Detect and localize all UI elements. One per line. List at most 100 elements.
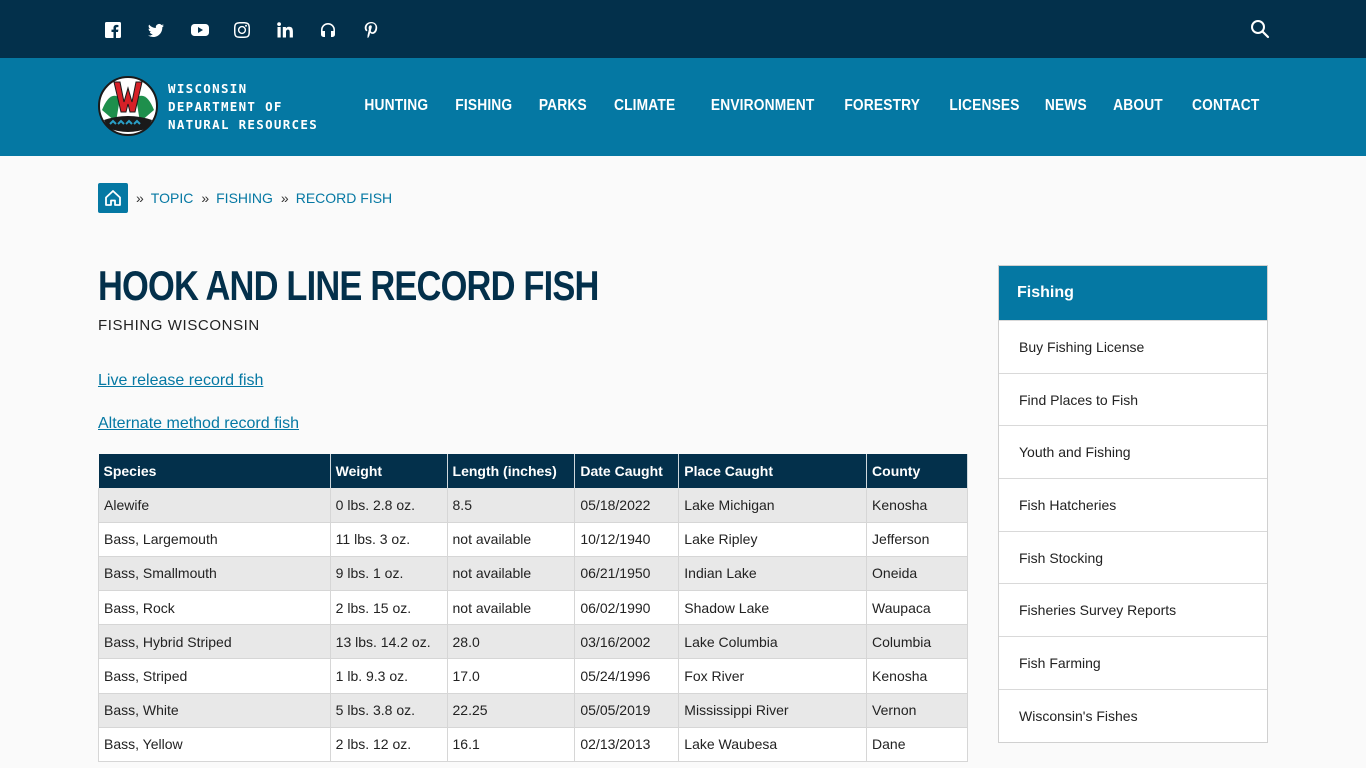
cell-place: Lake Michigan [678,488,868,523]
dnr-logo-icon[interactable] [98,76,158,136]
home-icon[interactable] [98,183,128,213]
cell-species: Bass, Hybrid Striped [98,624,331,660]
cell-weight: 2 lbs. 12 oz. [330,727,448,763]
cell-weight: 11 lbs. 3 oz. [330,522,448,557]
cell-county: Kenosha [866,488,968,523]
cell-species: Bass, Largemouth [98,522,331,557]
cell-county: Dane [866,727,968,763]
nav-about[interactable]: ABOUT [1113,97,1163,115]
nav-forestry[interactable]: FORESTRY [844,97,920,115]
nav-climate[interactable]: CLIMATE [614,97,675,115]
cell-place: Fox River [678,658,868,694]
breadcrumb: » TOPIC » FISHING » RECORD FISH [98,183,392,213]
cell-species: Bass, Smallmouth [98,556,331,592]
cell-weight: 1 lb. 9.3 oz. [330,658,448,694]
table-row: Bass, Yellow 2 lbs. 12 oz. 16.1 02/13/20… [98,727,968,763]
page-subtitle: FISHING WISCONSIN [98,317,260,334]
cell-length: not available [447,522,576,557]
table-header-row: Species Weight Length (inches) Date Caug… [98,454,968,488]
cell-length: 17.0 [447,658,576,694]
cell-length: 8.5 [447,488,576,523]
sidebar-item-survey-reports[interactable]: Fisheries Survey Reports [999,583,1267,636]
column-header-length: Length (inches) [447,454,576,488]
facebook-icon[interactable] [98,16,141,44]
cell-species: Bass, Yellow [98,727,331,763]
column-header-county: County [866,454,968,488]
agency-name-line-3: NATURAL RESOURCES [168,117,319,132]
cell-length: not available [447,590,576,626]
youtube-icon[interactable] [184,16,227,44]
page-title: HOOK AND LINE RECORD FISH [98,262,599,309]
cell-place: Lake Waubesa [678,727,868,763]
agency-name-line-1: WISCONSIN [168,81,248,96]
breadcrumb-record-fish[interactable]: RECORD FISH [296,190,392,206]
table-row: Bass, Largemouth 11 lbs. 3 oz. not avail… [98,522,968,557]
cell-date: 06/21/1950 [574,556,680,592]
sidebar-item-stocking[interactable]: Fish Stocking [999,530,1267,584]
nav-parks[interactable]: PARKS [538,97,586,115]
cell-length: not available [447,556,576,592]
cell-date: 05/18/2022 [574,488,680,523]
live-release-record-link[interactable]: Live release record fish [98,372,263,390]
pinterest-icon[interactable] [356,16,399,44]
cell-length: 22.25 [447,693,576,728]
cell-date: 10/12/1940 [574,522,680,557]
nav-news[interactable]: NEWS [1045,97,1087,115]
search-icon[interactable] [1250,19,1270,39]
cell-place: Lake Columbia [678,624,868,660]
sidebar-item-hatcheries[interactable]: Fish Hatcheries [999,478,1267,531]
cell-species: Bass, Striped [98,658,331,694]
breadcrumb-separator: » [201,190,210,206]
twitter-icon[interactable] [141,16,184,44]
cell-date: 05/24/1996 [574,658,680,694]
cell-weight: 2 lbs. 15 oz. [330,590,448,626]
cell-weight: 0 lbs. 2.8 oz. [330,488,448,523]
table-row: Bass, White 5 lbs. 3.8 oz. 22.25 05/05/2… [98,693,968,728]
main-nav-bar: WISCONSIN DEPARTMENT OF NATURAL RESOURCE… [0,58,1366,156]
sidebar-item-youth-fishing[interactable]: Youth and Fishing [999,425,1267,478]
sidebar-item-buy-license[interactable]: Buy Fishing License [999,320,1267,373]
sidebar-title[interactable]: Fishing [999,266,1267,320]
cell-species: Bass, White [98,693,331,728]
breadcrumb-separator: » [280,190,289,206]
table-row: Bass, Rock 2 lbs. 15 oz. not available 0… [98,590,968,626]
table-row: Alewife 0 lbs. 2.8 oz. 8.5 05/18/2022 La… [98,488,968,523]
cell-length: 28.0 [447,624,576,660]
sidebar-item-wisconsins-fishes[interactable]: Wisconsin's Fishes [999,688,1267,742]
sidebar-item-fish-farming[interactable]: Fish Farming [999,636,1267,689]
agency-name[interactable]: WISCONSIN DEPARTMENT OF NATURAL RESOURCE… [168,80,318,134]
cell-date: 02/13/2013 [574,727,680,763]
nav-hunting[interactable]: HUNTING [364,97,428,115]
nav-licenses[interactable]: LICENSES [950,97,1020,115]
column-header-date: Date Caught [574,454,680,488]
cell-date: 05/05/2019 [574,693,680,728]
cell-date: 03/16/2002 [574,624,680,660]
cell-date: 06/02/1990 [574,590,680,626]
primary-menu: HUNTING FISHING PARKS CLIMATE ENVIRONMEN… [336,97,1259,115]
cell-county: Columbia [866,624,968,660]
podcast-icon[interactable] [313,16,356,44]
agency-name-line-2: DEPARTMENT OF [168,99,283,114]
instagram-icon[interactable] [227,16,270,44]
table-row: Bass, Smallmouth 9 lbs. 1 oz. not availa… [98,556,968,592]
cell-county: Jefferson [866,522,968,557]
nav-contact[interactable]: CONTACT [1192,97,1259,115]
cell-county: Waupaca [866,590,968,626]
linkedin-icon[interactable] [270,16,313,44]
alternate-method-record-link[interactable]: Alternate method record fish [98,415,299,433]
breadcrumb-separator: » [136,190,144,206]
cell-county: Vernon [866,693,968,728]
cell-county: Oneida [866,556,968,592]
social-links [98,16,399,44]
breadcrumb-fishing[interactable]: FISHING [216,190,273,206]
social-bar [0,0,1366,58]
sidebar-item-find-places[interactable]: Find Places to Fish [999,372,1267,426]
nav-environment[interactable]: ENVIRONMENT [711,97,815,115]
cell-county: Kenosha [866,658,968,694]
cell-length: 16.1 [447,727,576,763]
cell-species: Bass, Rock [98,590,331,626]
nav-fishing[interactable]: FISHING [456,97,513,115]
table-row: Bass, Striped 1 lb. 9.3 oz. 17.0 05/24/1… [98,658,968,694]
column-header-place: Place Caught [678,454,868,488]
breadcrumb-topic[interactable]: TOPIC [151,190,194,206]
